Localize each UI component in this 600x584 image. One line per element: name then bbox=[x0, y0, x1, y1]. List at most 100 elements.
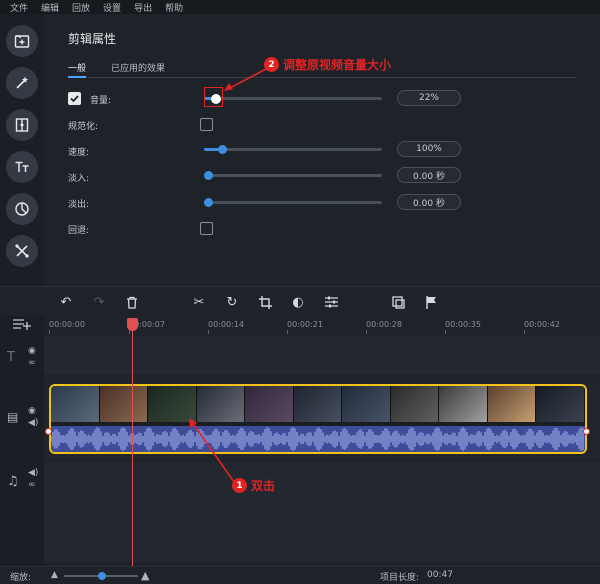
speed-slider[interactable] bbox=[204, 145, 382, 154]
tab-applied-effects[interactable]: 已应用的效果 bbox=[111, 61, 165, 74]
project-length-value: 00:47 bbox=[427, 570, 453, 580]
annotation-arrow-2 bbox=[224, 67, 269, 91]
reverse-checkbox[interactable] bbox=[200, 222, 213, 235]
music-track-lane[interactable] bbox=[44, 462, 600, 562]
ruler-label: 00:00:14 bbox=[208, 320, 244, 329]
playhead-line bbox=[132, 318, 133, 568]
delete-button[interactable] bbox=[124, 294, 140, 310]
video-eye-icon[interactable]: ◉ bbox=[28, 406, 36, 416]
ruler-label: 00:00:42 bbox=[524, 320, 560, 329]
clip-properties-button[interactable] bbox=[323, 294, 339, 310]
import-button[interactable] bbox=[6, 25, 38, 57]
eye-icon[interactable]: ◉ bbox=[28, 346, 36, 356]
music-link-icon[interactable]: ∞ bbox=[28, 480, 36, 490]
text-track-lane[interactable] bbox=[44, 336, 600, 374]
menu-bar: 文件 编辑 回放 设置 导出 帮助 bbox=[0, 0, 600, 14]
track-headers: T ◉ ∞ ▤ ◉ ◀) ♫ ◀) ∞ bbox=[0, 316, 44, 566]
annotation-1: 1 双击 bbox=[232, 477, 275, 494]
sticker-icon bbox=[15, 202, 29, 216]
annotation-2: 2 调整原视频音量大小 bbox=[264, 56, 391, 73]
tab-general[interactable]: 一般 bbox=[68, 61, 87, 78]
undo-button[interactable]: ↶ bbox=[58, 294, 74, 310]
menu-help[interactable]: 帮助 bbox=[165, 1, 183, 14]
filters-button[interactable] bbox=[6, 67, 38, 99]
titles-button[interactable] bbox=[6, 151, 38, 183]
annotation-2-text: 调整原视频音量大小 bbox=[283, 58, 392, 72]
redo-button[interactable]: ↷ bbox=[91, 294, 107, 310]
marker-button[interactable] bbox=[423, 294, 439, 310]
music-speaker-icon[interactable]: ◀) bbox=[28, 468, 38, 478]
speed-slider-knob[interactable] bbox=[217, 145, 227, 154]
fade-out-slider[interactable] bbox=[203, 198, 382, 207]
menu-file[interactable]: 文件 bbox=[10, 1, 28, 14]
export-frame-icon bbox=[391, 295, 405, 309]
reverse-label: 回退: bbox=[68, 226, 90, 236]
more-tools-icon bbox=[15, 244, 29, 258]
rotate-button[interactable]: ↻ bbox=[224, 294, 240, 310]
zoom-in-icon[interactable]: ▲ bbox=[141, 569, 149, 582]
annotation-2-number: 2 bbox=[264, 57, 279, 72]
link-icon[interactable]: ∞ bbox=[28, 358, 36, 368]
more-tools-button[interactable] bbox=[6, 235, 38, 267]
zoom-label: 缩放: bbox=[10, 573, 32, 583]
fade-out-slider-knob[interactable] bbox=[203, 198, 213, 207]
video-clip[interactable] bbox=[49, 384, 587, 454]
fade-out-label: 淡出: bbox=[68, 200, 90, 210]
menu-playback[interactable]: 回放 bbox=[72, 1, 90, 14]
ruler-label: 00:00:21 bbox=[287, 320, 323, 329]
panel-title: 剪辑属性 bbox=[68, 32, 117, 46]
fade-in-slider-knob[interactable] bbox=[203, 171, 213, 180]
ruler-label: 00:00:35 bbox=[445, 320, 481, 329]
fade-in-value[interactable]: 0.00 秒 bbox=[397, 167, 461, 183]
trash-icon bbox=[127, 296, 137, 309]
fade-out-value[interactable]: 0.00 秒 bbox=[397, 194, 461, 210]
menu-export[interactable]: 导出 bbox=[134, 1, 152, 14]
flag-icon bbox=[426, 295, 436, 309]
volume-value[interactable]: 22% bbox=[397, 90, 461, 106]
clip-start-handle[interactable] bbox=[45, 428, 52, 435]
menu-settings[interactable]: 设置 bbox=[103, 1, 121, 14]
zoom-out-icon[interactable]: ▲ bbox=[51, 570, 58, 580]
magic-wand-icon bbox=[16, 76, 28, 89]
ruler-label: 00:00:00 bbox=[49, 320, 85, 329]
volume-slider[interactable] bbox=[204, 93, 382, 104]
tool-sidebar bbox=[0, 14, 44, 286]
annotation-1-text: 双击 bbox=[251, 479, 276, 493]
project-length-label: 项目长度: bbox=[380, 573, 420, 583]
video-speaker-icon[interactable]: ◀) bbox=[28, 418, 38, 428]
zoom-slider[interactable] bbox=[64, 572, 138, 580]
cut-button[interactable]: ✂ bbox=[191, 294, 207, 310]
crop-button[interactable] bbox=[257, 294, 273, 310]
stickers-button[interactable] bbox=[6, 193, 38, 225]
zoom-slider-knob[interactable] bbox=[98, 572, 106, 580]
audio-record-button[interactable] bbox=[390, 294, 406, 310]
clip-end-handle[interactable] bbox=[583, 428, 590, 435]
normalize-checkbox[interactable] bbox=[200, 118, 213, 131]
speed-value[interactable]: 100% bbox=[397, 141, 461, 157]
clip-properties-panel: 剪辑属性 一般 已应用的效果 音量: 22% 规范化: 速度: 100% 淡入:… bbox=[44, 14, 600, 286]
music-track-icon: ♫ bbox=[7, 474, 19, 489]
playhead-handle[interactable] bbox=[127, 318, 138, 331]
color-adjust-button[interactable]: ◐ bbox=[290, 294, 306, 310]
transition-icon bbox=[15, 118, 29, 132]
volume-label: 音量: bbox=[90, 96, 112, 106]
import-icon bbox=[14, 35, 30, 48]
crop-icon bbox=[258, 295, 272, 309]
sliders-icon bbox=[324, 296, 338, 308]
ruler-label: 00:00:28 bbox=[366, 320, 402, 329]
fade-in-slider[interactable] bbox=[203, 171, 382, 180]
text-track-icon: T bbox=[7, 350, 15, 365]
transitions-button[interactable] bbox=[6, 109, 38, 141]
menu-edit[interactable]: 编辑 bbox=[41, 1, 59, 14]
annotation-arrow-1 bbox=[189, 418, 235, 483]
video-track-icon: ▤ bbox=[7, 410, 19, 424]
normalize-label: 规范化: bbox=[68, 122, 99, 132]
add-track-icon[interactable] bbox=[13, 318, 31, 333]
fade-in-label: 淡入: bbox=[68, 174, 90, 184]
volume-checkbox[interactable] bbox=[68, 92, 81, 105]
text-icon bbox=[15, 161, 29, 172]
checkmark-icon bbox=[70, 95, 79, 103]
volume-knob-highlight bbox=[204, 87, 223, 107]
speed-label: 速度: bbox=[68, 148, 90, 158]
annotation-1-number: 1 bbox=[232, 478, 247, 493]
